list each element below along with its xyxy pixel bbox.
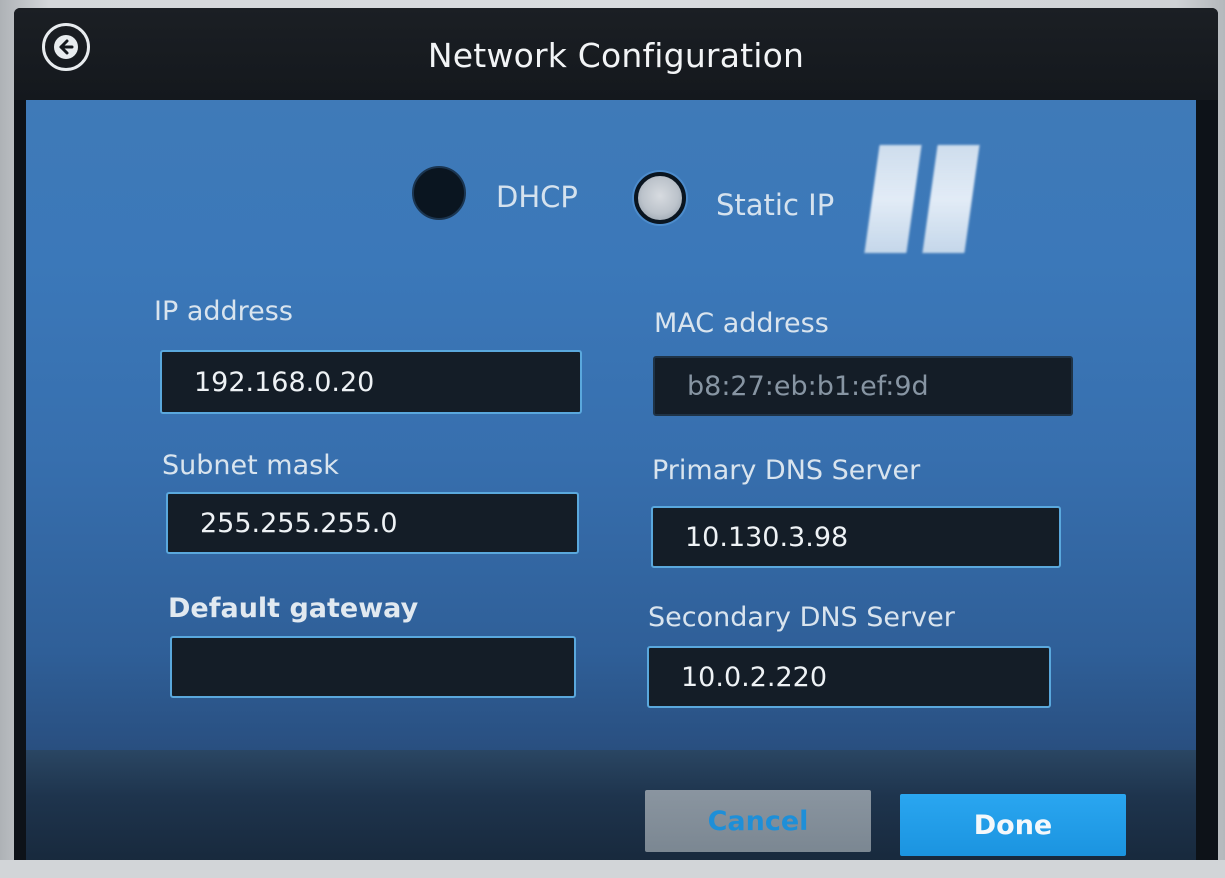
subnet-mask-label: Subnet mask (162, 450, 339, 481)
secondary-dns-field[interactable]: 10.0.2.220 (647, 646, 1051, 708)
page-title: Network Configuration (427, 36, 805, 75)
dhcp-radio[interactable] (412, 166, 466, 220)
default-gateway-label: Default gateway (168, 593, 419, 624)
cancel-button[interactable]: Cancel (645, 790, 871, 852)
action-bar: Cancel Done (26, 750, 1196, 868)
ip-address-label: IP address (154, 296, 293, 327)
ip-mode-selector: DHCP Static IP (26, 100, 1196, 260)
static-ip-label[interactable]: Static IP (716, 188, 834, 222)
config-panel: DHCP Static IP IP address 192.168.0.20 S… (26, 100, 1196, 750)
static-ip-radio[interactable] (634, 172, 686, 224)
mac-address-label: MAC address (654, 308, 829, 339)
done-button[interactable]: Done (900, 794, 1126, 856)
bezel-bottom-edge (0, 860, 1225, 878)
secondary-dns-label: Secondary DNS Server (648, 602, 955, 633)
screen-glare (858, 145, 988, 255)
primary-dns-label: Primary DNS Server (652, 455, 921, 486)
device-screen: Network Configuration DHCP Static IP IP … (14, 8, 1218, 868)
title-bar: Network Configuration (14, 8, 1218, 100)
subnet-mask-field[interactable]: 255.255.255.0 (166, 492, 579, 554)
dhcp-label[interactable]: DHCP (496, 180, 578, 214)
primary-dns-field[interactable]: 10.130.3.98 (651, 506, 1061, 568)
mac-address-field: b8:27:eb:b1:ef:9d (653, 356, 1073, 416)
default-gateway-field[interactable] (170, 636, 576, 698)
ip-address-field[interactable]: 192.168.0.20 (160, 350, 582, 414)
